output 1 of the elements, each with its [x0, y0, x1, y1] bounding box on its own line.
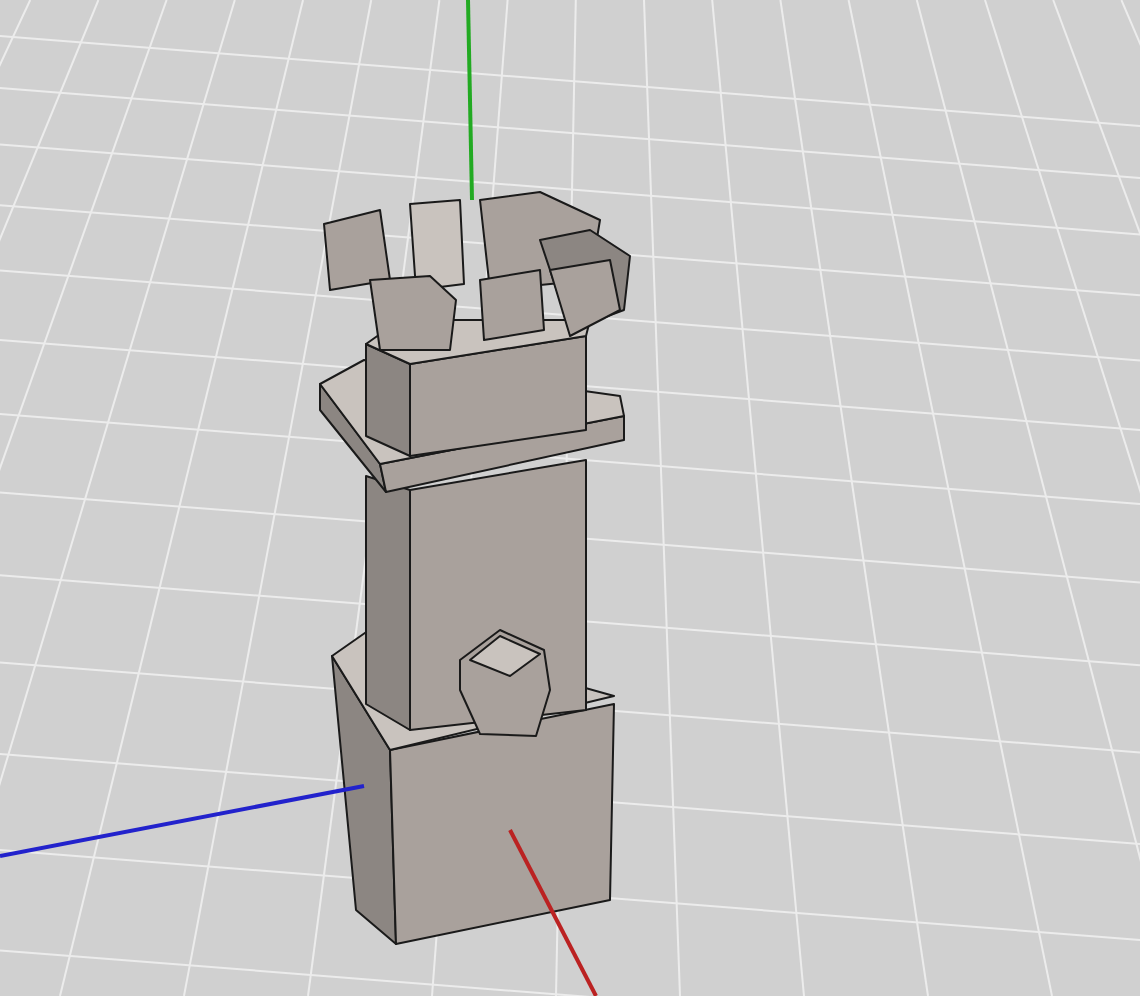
tower-model-drawing[interactable] — [319, 191, 631, 945]
